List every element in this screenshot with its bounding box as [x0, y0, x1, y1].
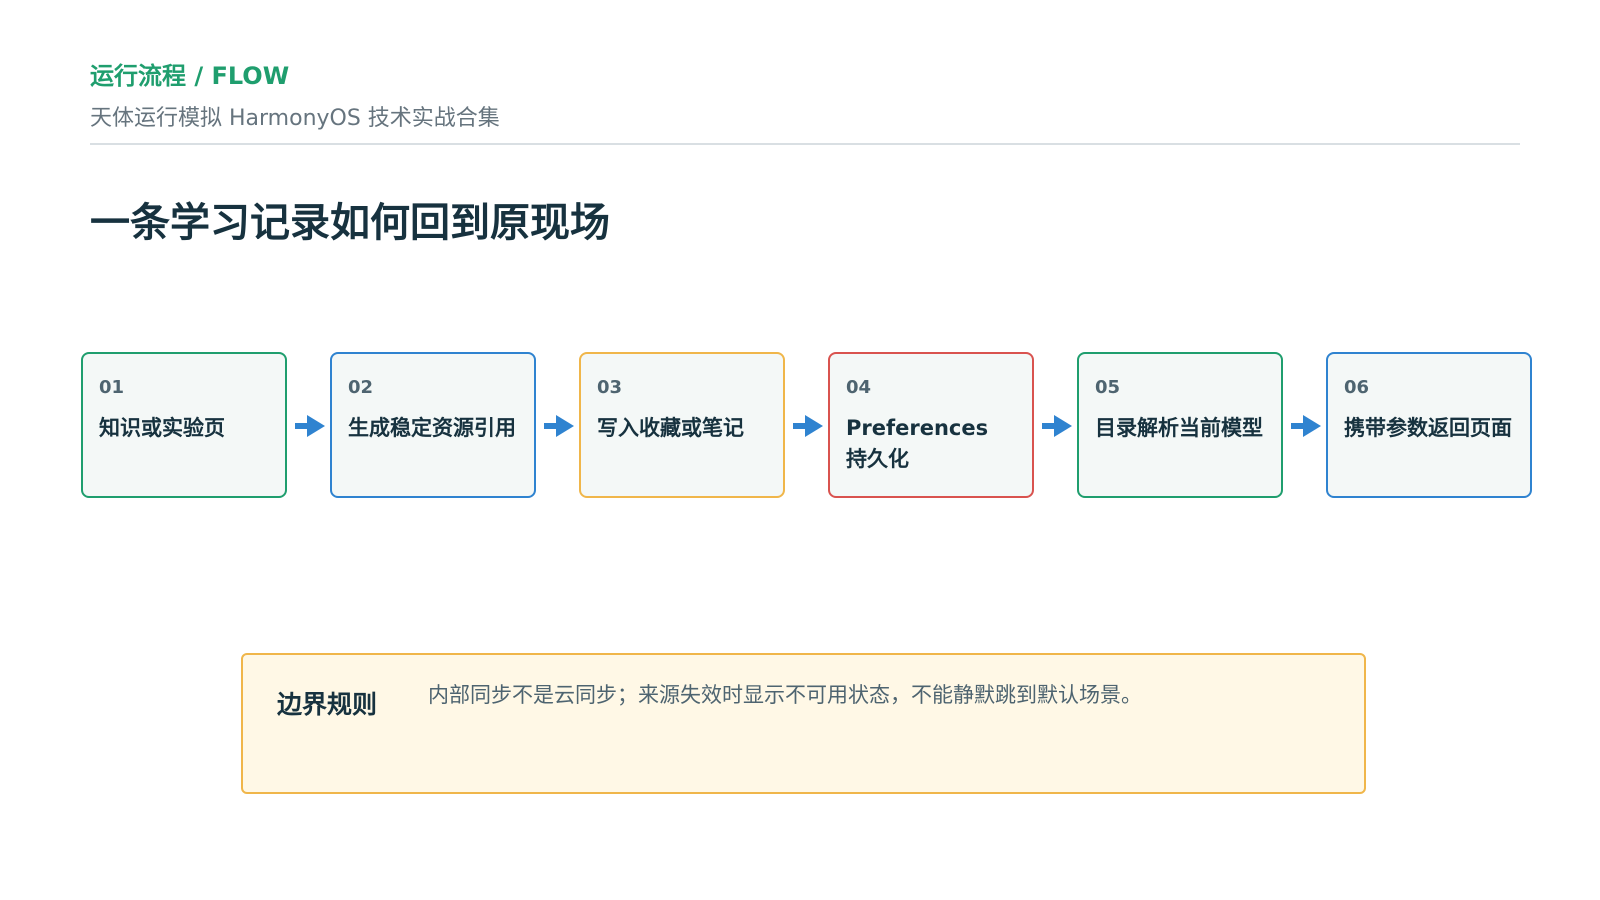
- callout-text: 内部同步不是云同步；来源失效时显示不可用状态，不能静默跳到默认场景。: [428, 683, 1142, 707]
- flow-step-02: 02 生成稳定资源引用: [330, 352, 536, 498]
- step-number: 03: [597, 377, 623, 398]
- step-number: 04: [846, 377, 872, 398]
- step-label: 写入收藏或笔记: [597, 416, 744, 440]
- callout-title: 边界规则: [277, 690, 378, 719]
- flow-step-06: 06 携带参数返回页面: [1326, 352, 1532, 498]
- step-label: 知识或实验页: [99, 416, 225, 440]
- arrow-right-icon: [543, 415, 574, 437]
- step-number: 05: [1095, 377, 1121, 398]
- flow-step-04: 04 Preferences 持久化: [828, 352, 1034, 498]
- step-label: 目录解析当前模型: [1095, 416, 1263, 440]
- step-label: 生成稳定资源引用: [348, 416, 516, 440]
- step-number: 06: [1344, 377, 1370, 398]
- arrow-right-icon: [294, 415, 325, 437]
- step-number: 01: [99, 377, 125, 398]
- flow-step-05: 05 目录解析当前模型: [1077, 352, 1283, 498]
- step-label: Preferences 持久化: [846, 416, 989, 471]
- boundary-rule-callout: 边界规则 内部同步不是云同步；来源失效时显示不可用状态，不能静默跳到默认场景。: [241, 653, 1366, 794]
- step-label: 携带参数返回页面: [1344, 416, 1512, 440]
- arrow-right-icon: [1041, 415, 1072, 437]
- slide: 运行流程 / FLOW 天体运行模拟 HarmonyOS 技术实战合集 一条学习…: [0, 0, 1600, 900]
- step-number: 02: [348, 377, 374, 398]
- flow-step-03: 03 写入收藏或笔记: [579, 352, 785, 498]
- arrow-right-icon: [1290, 415, 1321, 437]
- flow-step-01: 01 知识或实验页: [81, 352, 287, 498]
- arrow-right-icon: [792, 415, 823, 437]
